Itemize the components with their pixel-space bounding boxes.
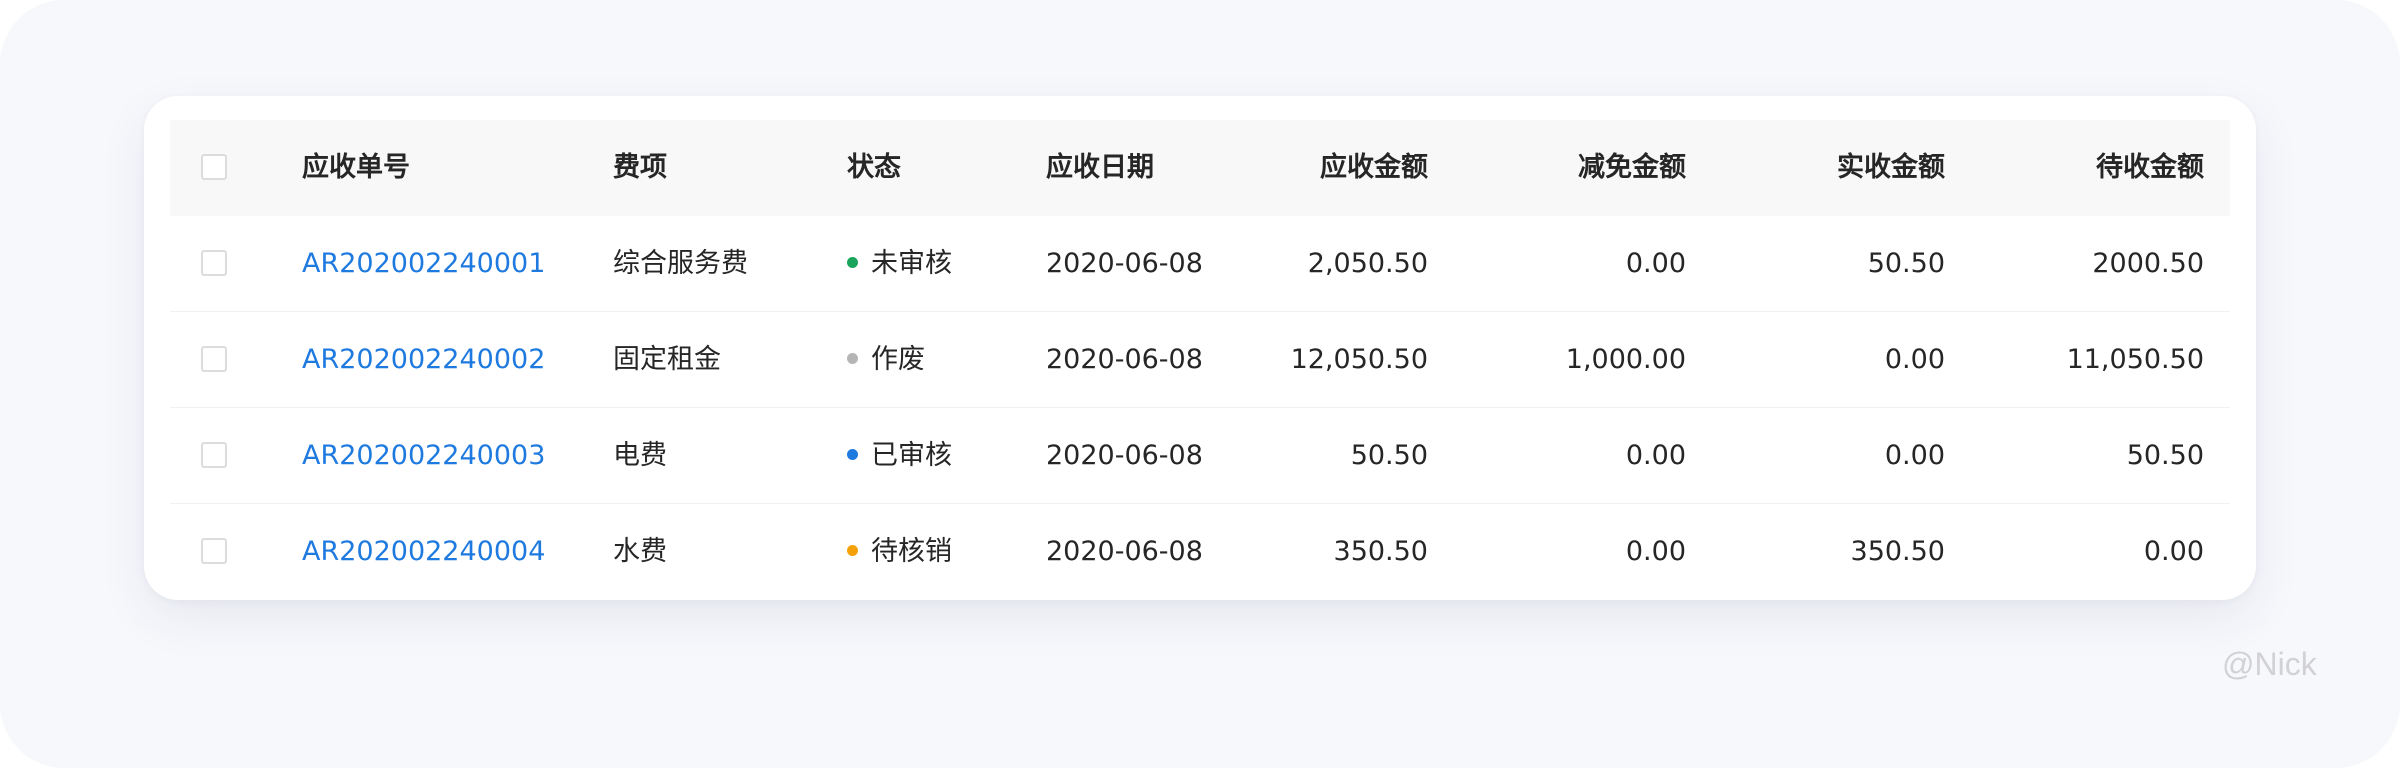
table-row: AR202002240003 电费 已审核 2020-06-08 50.50 0… [170, 408, 2230, 504]
select-all-checkbox[interactable] [201, 154, 227, 180]
amount-due: 12,050.50 [1290, 344, 1428, 375]
amount-received: 350.50 [1850, 536, 1945, 567]
amount-due: 50.50 [1350, 440, 1428, 471]
page-background: 应收单号 费项 状态 应收日期 应收金额 减免金额 实收金额 待收金额 AR20… [0, 0, 2400, 768]
table-row: AR202002240004 水费 待核销 2020-06-08 350.50 … [170, 504, 2230, 600]
amount-waived: 0.00 [1625, 440, 1686, 471]
header-receivable-id: 应收单号 [302, 152, 410, 183]
due-date: 2020-06-08 [1046, 248, 1203, 279]
receivable-id-link[interactable]: AR202002240004 [302, 504, 545, 600]
due-date: 2020-06-08 [1046, 536, 1203, 567]
fee-item: 电费 [613, 440, 667, 471]
fee-item: 综合服务费 [613, 248, 748, 279]
amount-received: 0.00 [1884, 440, 1945, 471]
status-label: 待核销 [871, 536, 952, 567]
due-date: 2020-06-08 [1046, 440, 1203, 471]
header-amount-received: 实收金额 [1837, 152, 1945, 183]
status-label: 未审核 [871, 248, 952, 279]
header-status: 状态 [847, 152, 901, 183]
receivable-id-link[interactable]: AR202002240002 [302, 312, 545, 408]
header-amount-due: 应收金额 [1320, 152, 1428, 183]
status: 待核销 [847, 504, 952, 600]
status-dot-icon [847, 353, 858, 364]
amount-pending: 2000.50 [2092, 248, 2204, 279]
status-dot-icon [847, 257, 858, 268]
amount-due: 2,050.50 [1307, 248, 1428, 279]
status: 作废 [847, 312, 925, 408]
header-due-date: 应收日期 [1046, 152, 1154, 183]
due-date: 2020-06-08 [1046, 344, 1203, 375]
status: 已审核 [847, 408, 952, 504]
amount-waived: 1,000.00 [1565, 344, 1686, 375]
status-label: 作废 [871, 344, 925, 375]
amount-waived: 0.00 [1625, 536, 1686, 567]
status-dot-icon [847, 449, 858, 460]
amount-received: 0.00 [1884, 344, 1945, 375]
watermark: @Nick [2222, 646, 2317, 682]
table-row: AR202002240002 固定租金 作废 2020-06-08 12,050… [170, 312, 2230, 408]
table-header-row: 应收单号 费项 状态 应收日期 应收金额 减免金额 实收金额 待收金额 [170, 120, 2230, 216]
amount-due: 350.50 [1333, 536, 1428, 567]
table-row: AR202002240001 综合服务费 未审核 2020-06-08 2,05… [170, 216, 2230, 312]
row-checkbox[interactable] [201, 346, 227, 372]
status: 未审核 [847, 216, 952, 312]
fee-item: 水费 [613, 536, 667, 567]
row-checkbox[interactable] [201, 538, 227, 564]
amount-waived: 0.00 [1625, 248, 1686, 279]
amount-received: 50.50 [1867, 248, 1945, 279]
status-dot-icon [847, 545, 858, 556]
receivables-table: 应收单号 费项 状态 应收日期 应收金额 减免金额 实收金额 待收金额 AR20… [170, 120, 2230, 600]
status-label: 已审核 [871, 440, 952, 471]
fee-item: 固定租金 [613, 344, 721, 375]
amount-pending: 0.00 [2143, 536, 2204, 567]
row-checkbox[interactable] [201, 250, 227, 276]
header-amount-waived: 减免金额 [1578, 152, 1686, 183]
row-checkbox[interactable] [201, 442, 227, 468]
receivable-id-link[interactable]: AR202002240003 [302, 408, 545, 504]
table-card: 应收单号 费项 状态 应收日期 应收金额 减免金额 实收金额 待收金额 AR20… [144, 96, 2256, 600]
amount-pending: 11,050.50 [2066, 344, 2204, 375]
receivable-id-link[interactable]: AR202002240001 [302, 216, 545, 312]
header-fee-item: 费项 [613, 152, 667, 183]
header-amount-pending: 待收金额 [2096, 152, 2204, 183]
amount-pending: 50.50 [2126, 440, 2204, 471]
